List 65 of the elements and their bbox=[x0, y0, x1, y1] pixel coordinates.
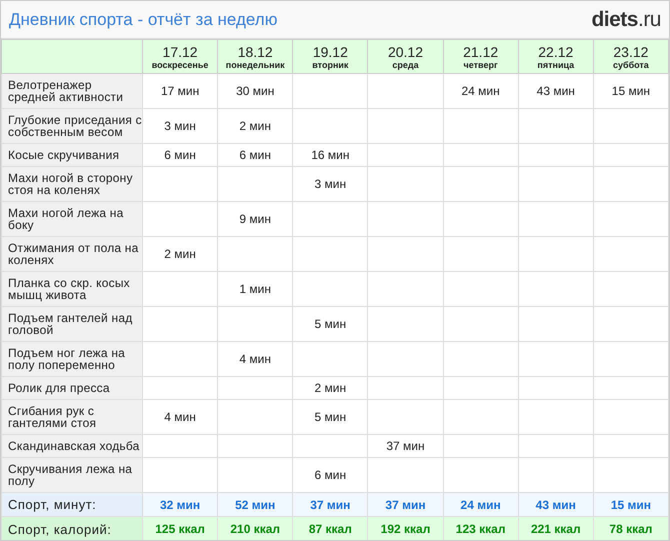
exercise-name: Глубокие приседания с собственным весом bbox=[2, 108, 142, 144]
duration-cell: 3 мин bbox=[292, 166, 368, 202]
duration-cell: 16 мин bbox=[292, 144, 368, 166]
exercise-name: Махи ногой в сторону стоя на коленях bbox=[2, 166, 142, 202]
exercise-name: Подъем гантелей над головой bbox=[2, 306, 142, 342]
date-header: 19.12 bbox=[312, 44, 349, 60]
total-cell: 210 ккал bbox=[218, 516, 293, 540]
duration-cell: 2 мин bbox=[218, 108, 293, 144]
total-cell: 52 мин bbox=[218, 492, 293, 516]
duration-cell: 6 мин bbox=[218, 144, 293, 166]
exercise-name: Ролик для пресса bbox=[2, 376, 142, 400]
total-cell: 125 ккал bbox=[142, 516, 218, 540]
duration-cell: 2 мин bbox=[292, 376, 368, 400]
duration-cell: 4 мин bbox=[142, 400, 218, 434]
duration-cell: 15 мин bbox=[593, 74, 668, 108]
exercise-name: Сгибания рук с гантелями стоя bbox=[2, 400, 142, 434]
duration-cell: 4 мин bbox=[218, 342, 293, 376]
exercise-name: Скручивания лежа на полу bbox=[2, 458, 142, 492]
date-header: 17.12 bbox=[162, 44, 199, 60]
weekday-label: среда bbox=[391, 60, 420, 70]
total-cell: 24 мин bbox=[443, 492, 518, 516]
duration-cell: 2 мин bbox=[142, 236, 218, 272]
duration-cell: 5 мин bbox=[292, 400, 368, 434]
total-cell: 123 ккал bbox=[443, 516, 518, 540]
exercise-name: Косые скручивания bbox=[2, 144, 142, 166]
date-header: 20.12 bbox=[386, 44, 424, 60]
duration-cell: 43 мин bbox=[518, 74, 594, 108]
exercise-name: Велотренажер средней активности bbox=[2, 74, 142, 108]
exercise-name: Махи ногой лежа на боку bbox=[2, 202, 142, 236]
duration-cell: 5 мин bbox=[292, 306, 368, 342]
total-cell: 43 мин bbox=[518, 492, 594, 516]
exercise-name: Планка со скр. косых мышц живота bbox=[2, 272, 142, 306]
duration-cell: 6 мин bbox=[142, 144, 218, 166]
date-header: 21.12 bbox=[462, 44, 500, 60]
total-cell: 87 ккал bbox=[292, 516, 368, 540]
total-cell: 221 ккал bbox=[518, 516, 594, 540]
duration-cell: 9 мин bbox=[218, 202, 293, 236]
site-logo[interactable]: diets.ru bbox=[591, 8, 661, 32]
total-cell: 192 ккал bbox=[368, 516, 444, 540]
weekday-label: воскресенье bbox=[150, 60, 210, 70]
total-cell: 37 мин bbox=[292, 492, 368, 516]
duration-cell: 30 мин bbox=[218, 74, 293, 108]
duration-cell: 37 мин bbox=[368, 434, 444, 458]
page-title: Дневник спорта - отчёт за неделю bbox=[9, 10, 278, 30]
total-cell: 78 ккал bbox=[593, 516, 668, 540]
date-header: 22.12 bbox=[537, 44, 574, 60]
total-cell: 32 мин bbox=[142, 492, 218, 516]
date-header: 18.12 bbox=[236, 44, 274, 60]
exercise-name: Отжимания от пола на коленях bbox=[2, 236, 142, 272]
weekday-label: пятница bbox=[536, 60, 576, 70]
date-header: 23.12 bbox=[612, 44, 650, 60]
duration-cell: 24 мин bbox=[443, 74, 518, 108]
exercise-name: Скандинавская ходьба bbox=[2, 434, 142, 458]
total-cell: 37 мин bbox=[368, 492, 444, 516]
duration-cell: 17 мин bbox=[142, 74, 218, 108]
total-label: Спорт, калорий: bbox=[2, 516, 142, 540]
weekday-label: суббота bbox=[612, 60, 650, 70]
weekday-label: вторник bbox=[311, 60, 350, 70]
exercise-name: Подъем ног лежа на полу попеременно bbox=[2, 342, 142, 376]
duration-cell: 3 мин bbox=[142, 108, 218, 144]
total-label: Спорт, минут: bbox=[2, 492, 142, 516]
total-cell: 15 мин bbox=[593, 492, 668, 516]
duration-cell: 1 мин bbox=[218, 272, 293, 306]
weekday-label: четверг bbox=[462, 60, 499, 70]
weekday-label: понедельник bbox=[224, 60, 286, 70]
